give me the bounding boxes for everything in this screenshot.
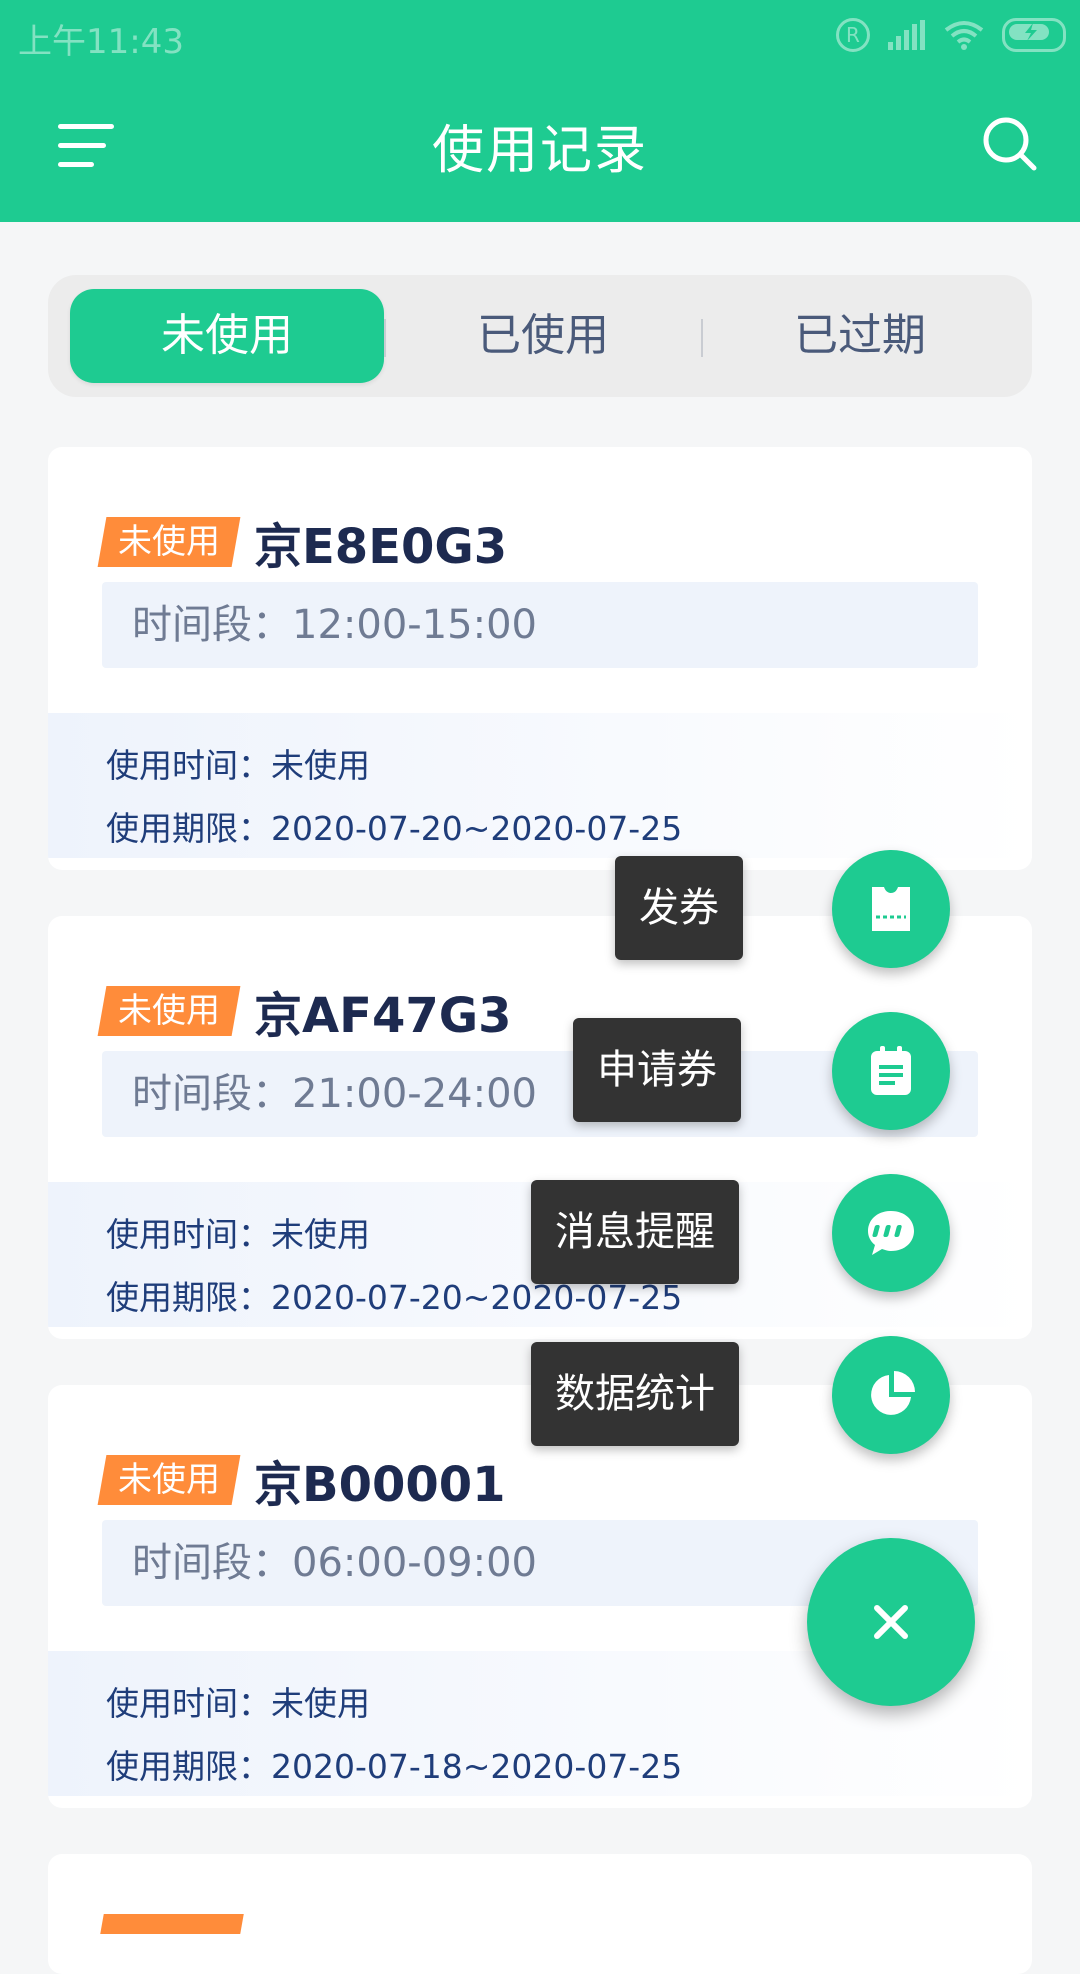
use-time: 使用时间：未使用	[106, 1684, 370, 1723]
chat-bubble-icon	[868, 1211, 914, 1255]
plate-number: 京E8E0G3	[254, 519, 508, 575]
registered-icon: R	[836, 18, 870, 52]
wifi-icon	[944, 20, 984, 50]
fab-apply-button[interactable]	[832, 1012, 950, 1130]
fab-label-apply[interactable]: 申请券	[573, 1018, 741, 1122]
coupon-card[interactable]: 未使用 京E8E0G3 时间段：12:00-15:00 使用时间：未使用 使用期…	[48, 447, 1032, 870]
card-info: 使用时间：未使用 使用期限：2020-07-20~2020-07-25	[48, 713, 1032, 858]
tab-used[interactable]: 已使用	[386, 289, 700, 383]
plate-number: 京B00001	[254, 1457, 506, 1513]
status-icons: R	[836, 18, 1066, 52]
fab-notify-button[interactable]	[832, 1174, 950, 1292]
status-badge	[100, 1914, 244, 1934]
status-badge: 未使用	[97, 517, 241, 567]
close-icon	[874, 1605, 908, 1639]
time-slot: 时间段：12:00-15:00	[102, 582, 978, 668]
fab-label-issue[interactable]: 发券	[615, 856, 743, 960]
status-tabs: 未使用 已使用 已过期	[48, 275, 1032, 397]
clipboard-icon	[871, 1046, 911, 1095]
signal-icon	[888, 20, 926, 50]
use-time: 使用时间：未使用	[106, 1215, 370, 1254]
ticket-icon	[872, 887, 910, 931]
pie-chart-icon	[871, 1371, 915, 1415]
search-icon	[983, 117, 1037, 171]
use-time: 使用时间：未使用	[106, 746, 370, 785]
fab-stats-button[interactable]	[832, 1336, 950, 1454]
fab-label-notify[interactable]: 消息提醒	[531, 1180, 739, 1284]
battery-charging-icon	[1002, 18, 1066, 52]
status-badge: 未使用	[97, 1455, 241, 1505]
status-time: 上午11:43	[18, 22, 184, 62]
tab-expired[interactable]: 已过期	[703, 289, 1017, 383]
fab-label-stats[interactable]: 数据统计	[531, 1342, 739, 1446]
app-bar: 使用记录	[0, 74, 1080, 222]
valid-period: 使用期限：2020-07-18~2020-07-25	[106, 1747, 683, 1786]
status-bar: 上午11:43 R	[0, 0, 1080, 74]
valid-period: 使用期限：2020-07-20~2020-07-25	[106, 809, 683, 848]
fab-close-button[interactable]	[807, 1538, 975, 1706]
fab-issue-button[interactable]	[832, 850, 950, 968]
page-title: 使用记录	[431, 121, 648, 181]
plate-number: 京AF47G3	[254, 988, 512, 1044]
search-button[interactable]	[980, 114, 1040, 174]
status-badge: 未使用	[97, 986, 241, 1036]
coupon-card[interactable]	[48, 1854, 1032, 1974]
tab-unused[interactable]: 未使用	[70, 289, 384, 383]
